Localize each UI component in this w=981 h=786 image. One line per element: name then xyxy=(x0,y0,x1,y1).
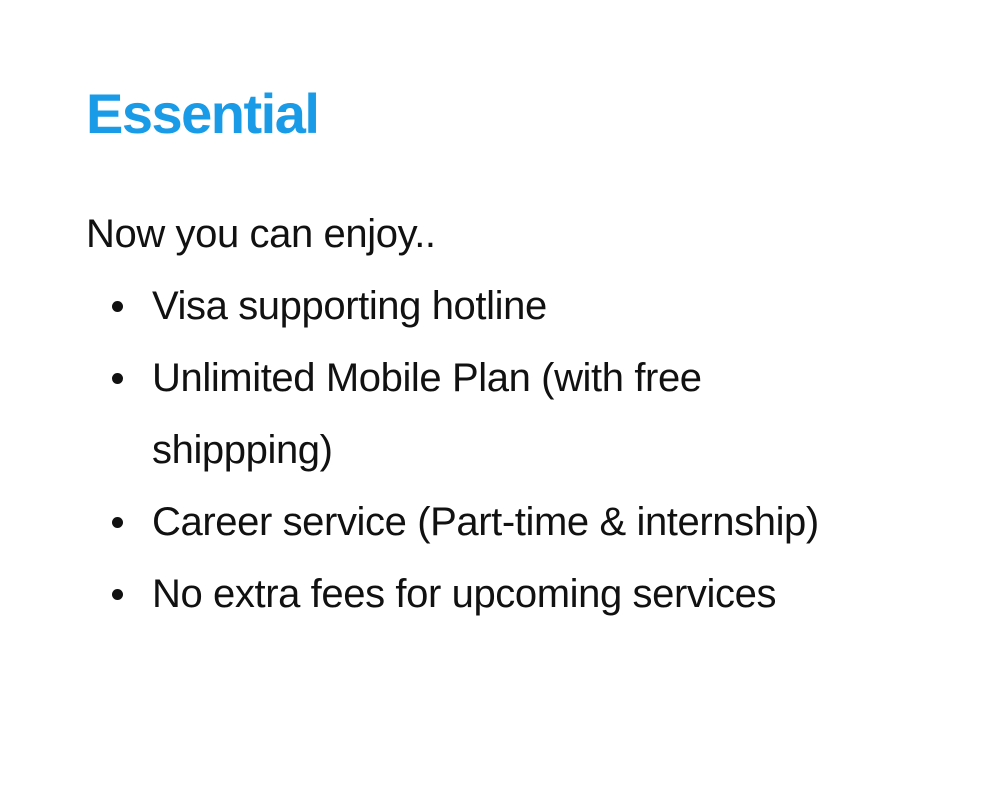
feature-item: Visa supporting hotline xyxy=(86,270,872,342)
feature-list: Visa supporting hotline Unlimited Mobile… xyxy=(86,270,946,630)
feature-label: Career service (Part-time & internship) xyxy=(152,500,819,544)
bullet-icon xyxy=(112,301,123,312)
plan-title: Essential xyxy=(86,82,320,145)
plan-card: Essential Now you can enjoy.. Visa suppo… xyxy=(86,78,946,630)
feature-label: Unlimited Mobile Plan (with free shipppi… xyxy=(152,356,702,472)
feature-item: No extra fees for upcoming services xyxy=(86,558,872,630)
feature-item: Career service (Part-time & internship) xyxy=(86,486,872,558)
bullet-icon xyxy=(112,373,123,384)
bullet-icon xyxy=(112,589,123,600)
feature-item: Unlimited Mobile Plan (with free shipppi… xyxy=(86,342,872,486)
plan-intro: Now you can enjoy.. xyxy=(86,212,436,256)
feature-label: Visa supporting hotline xyxy=(152,284,547,328)
bullet-icon xyxy=(112,517,123,528)
feature-label: No extra fees for upcoming services xyxy=(152,572,777,616)
